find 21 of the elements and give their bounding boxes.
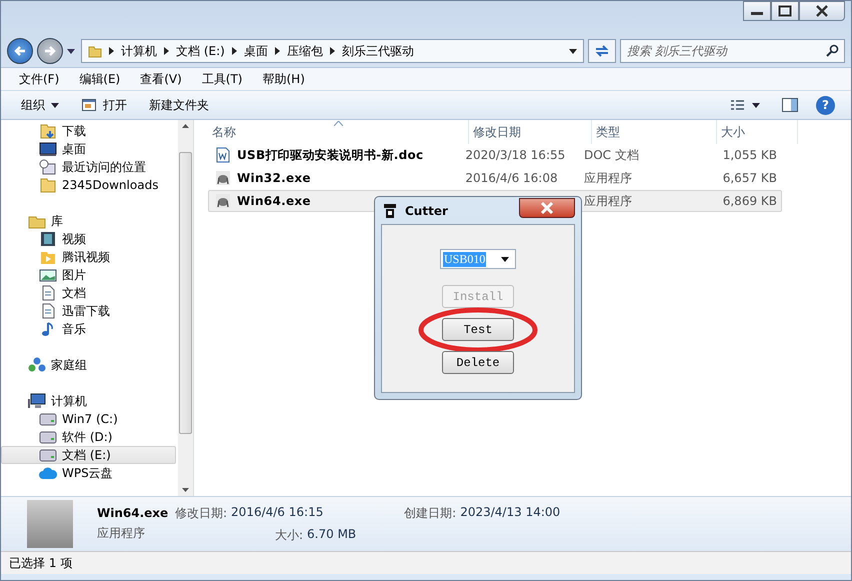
details-label: 创建日期: [404, 505, 456, 522]
file-name: USB打印驱动安装说明书-新.doc [237, 146, 424, 164]
file-size: 6,869 KB [722, 194, 778, 208]
details-label: 修改日期: [175, 505, 228, 522]
status-text: 已选择 1 项 [9, 554, 72, 572]
file-name: Win64.exe [237, 194, 311, 208]
modified-date: 2016/4/6 16:08 [465, 171, 558, 185]
file-size: 6,657 KB [722, 171, 778, 185]
file-type: DOC 文档 [584, 146, 639, 164]
modified-date: 2020/3/18 16:55 [465, 148, 566, 162]
file-type: 应用程序 [584, 170, 632, 186]
details-value: 2023/4/13 14:00 [460, 505, 560, 521]
file-name: Win32.exe [237, 171, 311, 185]
details-label: 大小: [275, 527, 304, 544]
file-type: 应用程序 [584, 192, 632, 210]
file-size: 1,055 KB [722, 148, 778, 162]
details-value: 6.70 MB [307, 527, 356, 543]
dialog-title: Cutter [405, 204, 448, 218]
details-value: 2016/4/6 16:15 [231, 505, 324, 521]
details-file-name: Win64.exe [97, 506, 167, 520]
details-file-type: 应用程序 [97, 525, 146, 542]
